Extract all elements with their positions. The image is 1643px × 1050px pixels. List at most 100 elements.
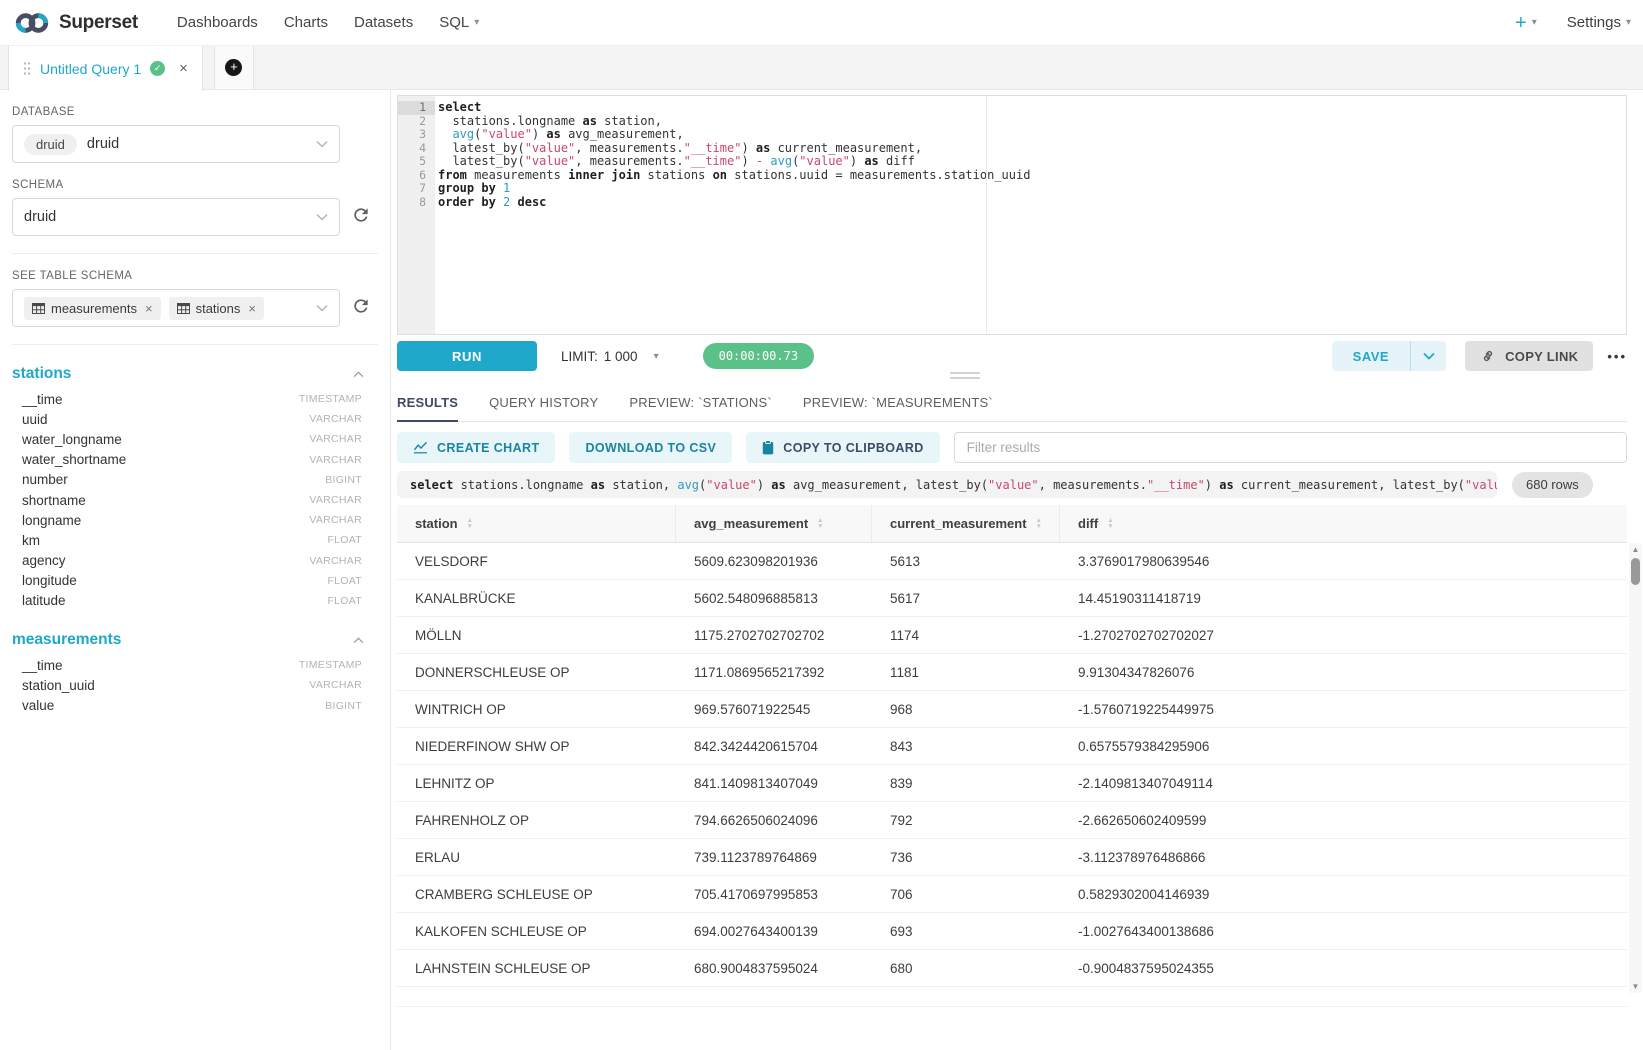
tab-label: Untitled Query 1 (40, 61, 141, 77)
sort-icon[interactable]: ▲▼ (1036, 518, 1042, 529)
table-schema-section-stations: stations__timeTIMESTAMPuuidVARCHARwater_… (12, 360, 390, 611)
results-tab-query-history[interactable]: QUERY HISTORY (489, 395, 598, 422)
database-value: druid (87, 136, 119, 152)
sql-editor[interactable]: 12345678 select stations.longname as sta… (397, 95, 1627, 335)
table-schema-select[interactable]: measurements× stations× (12, 289, 340, 327)
table-row[interactable]: DONNERSCHLEUSE OP1171.086956521739211819… (397, 654, 1627, 691)
table-row[interactable]: KALKOFEN SCHLEUSE OP694.0027643400139693… (397, 913, 1627, 950)
scroll-up-icon[interactable]: ▲ (1629, 543, 1642, 556)
divider (12, 344, 378, 345)
table-row[interactable]: CRAMBERG SCHLEUSE OP705.4170697995853706… (397, 876, 1627, 913)
save-button[interactable]: SAVE (1332, 341, 1410, 371)
selected-table-pill-measurements[interactable]: measurements× (24, 297, 161, 320)
chevron-down-icon: ▾ (1532, 17, 1537, 28)
column-header-current-measurement[interactable]: current_measurement▲▼ (872, 505, 1060, 542)
run-query-button[interactable]: RUN (397, 341, 537, 371)
table-row[interactable]: ERLAU739.1123789764869736-3.112378976486… (397, 839, 1627, 876)
executed-query-preview[interactable]: select stations.longname as station, avg… (397, 471, 1497, 498)
results-tab-preview-measurements[interactable]: PREVIEW: `MEASUREMENTS` (803, 395, 993, 422)
database-label: DATABASE (12, 106, 390, 118)
superset-home-link[interactable]: Superset (14, 11, 138, 35)
divider (12, 253, 378, 254)
create-chart-button[interactable]: CREATE CHART (397, 432, 555, 463)
chevron-down-icon: ▾ (654, 351, 659, 362)
table-header-row: station▲▼avg_measurement▲▼current_measur… (397, 505, 1627, 543)
column-row-shortname: shortnameVARCHAR (12, 490, 390, 510)
table-icon (177, 303, 190, 314)
database-select[interactable]: druid druid (12, 125, 340, 163)
filter-results-input[interactable] (954, 432, 1627, 463)
nav-item-charts[interactable]: Charts (271, 14, 341, 31)
save-options-button[interactable] (1411, 341, 1446, 371)
query-timer-badge: 00:00:00.73 (703, 343, 814, 369)
remove-table-icon[interactable]: × (248, 301, 256, 316)
results-tab-results[interactable]: RESULTS (397, 395, 458, 422)
line-chart-icon (413, 441, 428, 454)
schema-label: SCHEMA (12, 179, 390, 191)
column-row-number: numberBIGINT (12, 470, 390, 490)
table-row[interactable]: VELSDORF5609.62309820193656133.376901798… (397, 543, 1627, 580)
column-header-station[interactable]: station▲▼ (397, 505, 676, 542)
copy-link-button[interactable]: COPY LINK (1465, 341, 1593, 371)
new-tab-button[interactable]: + (214, 46, 254, 89)
table-row[interactable]: MÖLLN1175.27027027027021174-1.2702702702… (397, 617, 1627, 654)
sql-lab-sidebar: DATABASE druid druid SCHEMA druid (0, 90, 391, 1050)
scrollbar-thumb[interactable] (1631, 558, 1640, 585)
link-icon (1480, 348, 1496, 364)
nav-item-sql[interactable]: SQL▾ (426, 14, 492, 31)
editor-code[interactable]: select stations.longname as station, avg… (435, 96, 1030, 334)
column-header-avg-measurement[interactable]: avg_measurement▲▼ (676, 505, 872, 542)
main-nav: DashboardsChartsDatasetsSQL▾ (164, 14, 492, 31)
table-row[interactable]: NIEDERFINOW SHW OP842.34244206157048430.… (397, 728, 1627, 765)
nav-item-datasets[interactable]: Datasets (341, 14, 426, 31)
schema-value: druid (24, 209, 56, 225)
see-table-schema-label: SEE TABLE SCHEMA (12, 270, 390, 282)
column-header-diff[interactable]: diff▲▼ (1060, 505, 1627, 542)
nav-item-dashboards[interactable]: Dashboards (164, 14, 271, 31)
sort-icon[interactable]: ▲▼ (1107, 518, 1113, 529)
sort-icon[interactable]: ▲▼ (467, 518, 473, 529)
superset-infinity-icon (14, 11, 50, 35)
selected-table-pill-stations[interactable]: stations× (169, 297, 264, 320)
results-actions: CREATE CHART DOWNLOAD TO CSV COPY TO CLIPB… (397, 432, 1627, 463)
table-section-header-stations[interactable]: stations (12, 360, 390, 389)
settings-label: Settings (1567, 14, 1621, 31)
column-row-uuid: uuidVARCHAR (12, 409, 390, 429)
column-row-agency: agencyVARCHAR (12, 551, 390, 571)
brand-name: Superset (59, 12, 138, 34)
results-tab-preview-stations[interactable]: PREVIEW: `STATIONS` (629, 395, 771, 422)
schema-select[interactable]: druid (12, 198, 340, 236)
table-row[interactable]: FAHRENHOLZ OP794.6626506024096792-2.6626… (397, 802, 1627, 839)
sort-icon[interactable]: ▲▼ (817, 518, 823, 529)
settings-menu-button[interactable]: Settings ▾ (1567, 14, 1631, 31)
column-row-water-shortname: water_shortnameVARCHAR (12, 450, 390, 470)
limit-dropdown[interactable]: LIMIT: 1 000 ▾ (561, 349, 659, 364)
table-scrollbar[interactable]: ▲ ▼ (1629, 543, 1642, 993)
table-section-header-measurements[interactable]: measurements (12, 626, 390, 655)
scroll-down-icon[interactable]: ▼ (1629, 980, 1642, 993)
row-count-badge: 680 rows (1512, 472, 1593, 498)
editor-toolbar: RUN LIMIT: 1 000 ▾ 00:00:00.73 SAVE (397, 338, 1627, 374)
download-to-csv-button[interactable]: DOWNLOAD TO CSV (569, 432, 732, 463)
table-row[interactable]: LAHNSTEIN SCHLEUSE OP680.900483759502468… (397, 950, 1627, 987)
table-row[interactable]: KANALBRÜCKE5602.548096885813561714.45190… (397, 580, 1627, 617)
table-row[interactable]: LEHNITZ OP841.1409813407049839-2.1409813… (397, 765, 1627, 802)
limit-label: LIMIT: (561, 349, 598, 364)
chevron-up-icon (353, 631, 364, 649)
new-item-menu-button[interactable]: + ▾ (1515, 13, 1537, 33)
plus-icon: + (1515, 13, 1527, 33)
close-tab-icon[interactable]: × (179, 60, 188, 77)
column-row-station-uuid: station_uuidVARCHAR (12, 675, 390, 695)
refresh-tables-icon[interactable] (351, 296, 371, 321)
table-row[interactable]: WINTRICH OP969.576071922545968-1.5760719… (397, 691, 1627, 728)
results-tab-bar: RESULTS QUERY HISTORY PREVIEW: `STATIONS` P… (397, 386, 1627, 422)
refresh-schemas-icon[interactable] (351, 205, 371, 230)
remove-table-icon[interactable]: × (145, 301, 153, 316)
pane-resize-handle[interactable] (950, 372, 980, 382)
chevron-down-icon (316, 135, 328, 153)
tab-untitled-query[interactable]: Untitled Query 1 ✓ × (8, 46, 203, 91)
more-options-button[interactable]: ••• (1607, 349, 1627, 364)
clipboard-icon (762, 440, 774, 455)
copy-to-clipboard-button[interactable]: COPY TO CLIPBOARD (746, 432, 939, 463)
sql-lab-page: Superset DashboardsChartsDatasetsSQL▾ + … (0, 0, 1643, 1050)
